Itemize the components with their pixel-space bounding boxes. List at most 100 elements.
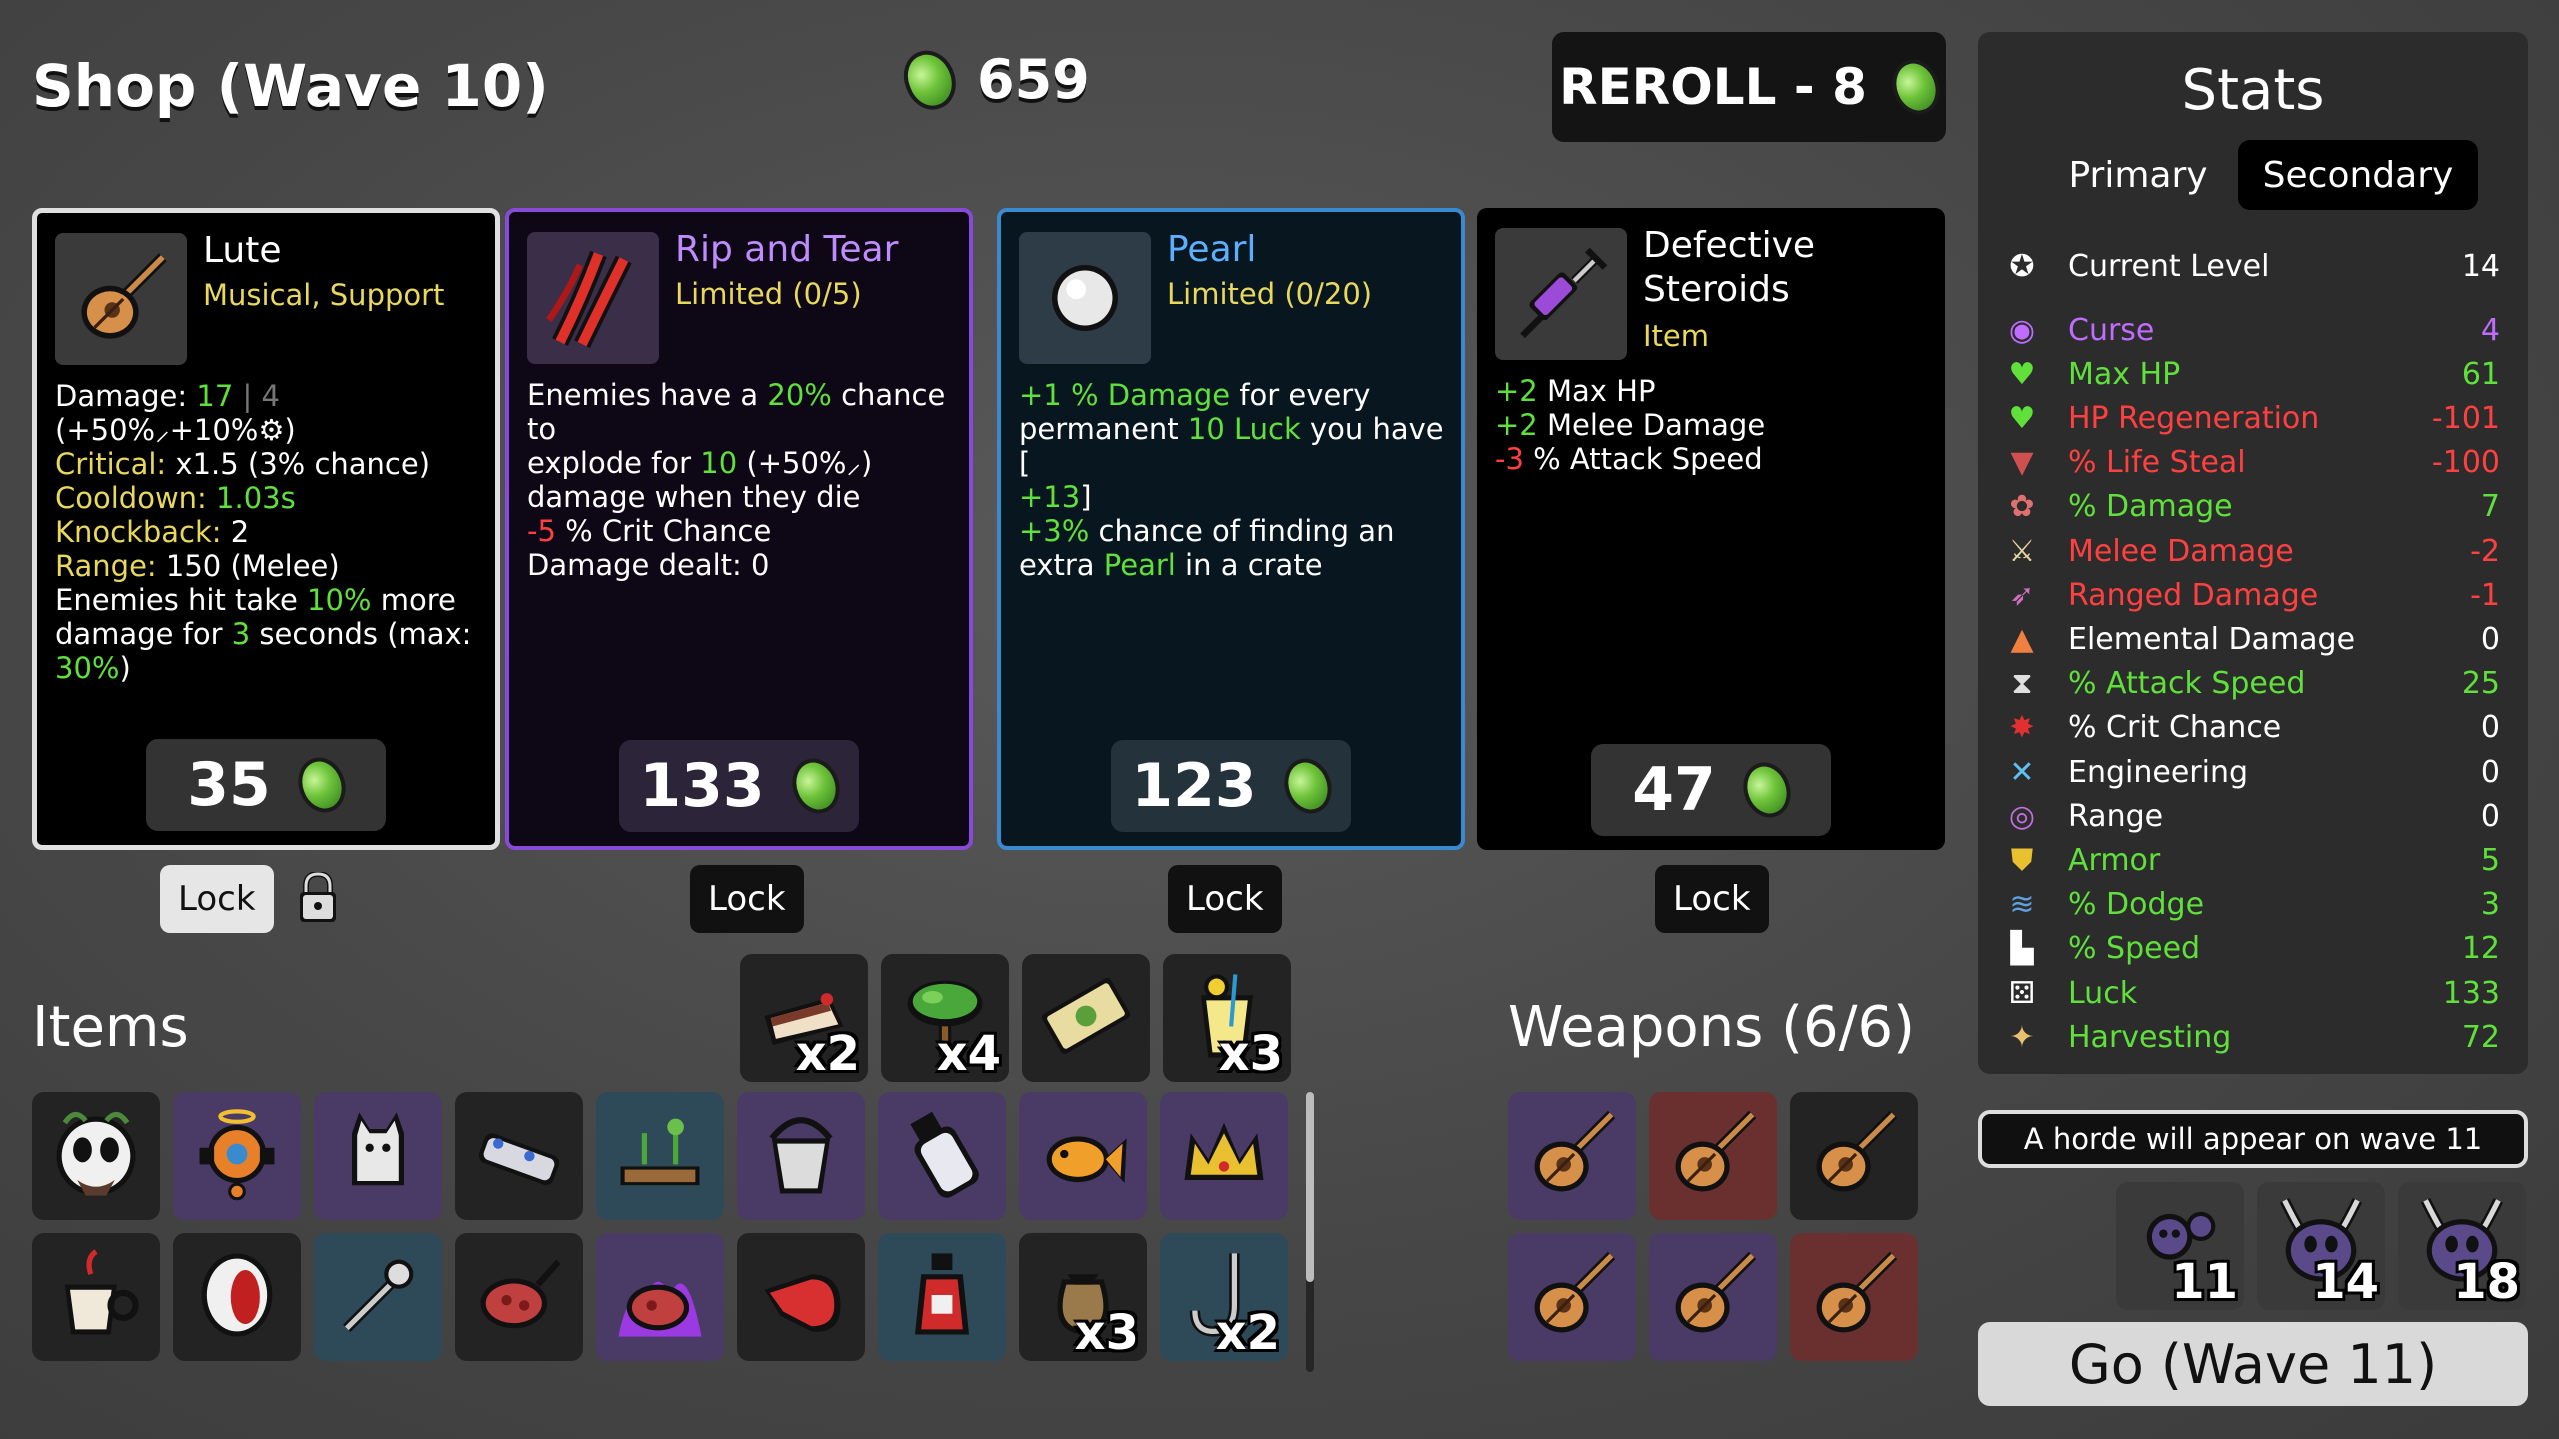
padlock-icon bbox=[298, 870, 338, 924]
buy-button[interactable]: 47 bbox=[1591, 744, 1831, 836]
items-scrollbar[interactable] bbox=[1306, 1092, 1314, 1372]
item-slot[interactable] bbox=[737, 1233, 865, 1361]
item-slot[interactable]: x3 bbox=[1019, 1233, 1147, 1361]
buy-button[interactable]: 123 bbox=[1111, 740, 1351, 832]
bow-icon: ➶ bbox=[2009, 577, 2035, 613]
go-button[interactable]: Go (Wave 11) bbox=[1978, 1322, 2528, 1406]
stat-row[interactable]: ✦ Harvesting 72 bbox=[2004, 1015, 2500, 1059]
syringe-icon bbox=[1495, 228, 1627, 360]
stat-row[interactable]: ⚔ Melee Damage -2 bbox=[2004, 529, 2500, 573]
buy-button[interactable]: 35 bbox=[146, 739, 386, 831]
item-slot[interactable] bbox=[32, 1092, 160, 1220]
item-slot[interactable] bbox=[314, 1092, 442, 1220]
stat-value: 0 bbox=[2480, 710, 2500, 746]
stat-row[interactable]: ≋ % Dodge 3 bbox=[2004, 883, 2500, 927]
item-slot[interactable]: x3 bbox=[1163, 954, 1291, 1082]
card-description: Damage: 17 | 4 (+50%⸝+10%⚙) Critical: x1.… bbox=[55, 379, 483, 685]
stat-row[interactable]: ✪ Current Level 14 bbox=[2004, 244, 2500, 288]
desc-line: +3% chance of finding an bbox=[1019, 514, 1449, 548]
item-slot[interactable] bbox=[878, 1233, 1006, 1361]
stat-row[interactable]: ➶ Ranged Damage -1 bbox=[2004, 573, 2500, 617]
desc-line: +2 Max HP bbox=[1495, 374, 1933, 408]
heart-plus-icon: ♥ bbox=[2008, 400, 2036, 436]
item-slot[interactable] bbox=[596, 1092, 724, 1220]
item-slot[interactable] bbox=[455, 1233, 583, 1361]
stat-row[interactable]: ♥ Max HP 61 bbox=[2004, 352, 2500, 396]
stat-row[interactable]: ◉ Curse 4 bbox=[2004, 308, 2500, 352]
tab-primary[interactable]: Primary bbox=[2028, 140, 2248, 210]
item-slot[interactable] bbox=[314, 1233, 442, 1361]
desc-text: +13 bbox=[1019, 480, 1081, 514]
item-slot[interactable] bbox=[737, 1092, 865, 1220]
reroll-button[interactable]: REROLL - 8 bbox=[1552, 32, 1948, 142]
item-slot[interactable] bbox=[1022, 954, 1150, 1082]
stat-value: 12 bbox=[2461, 931, 2500, 967]
stat-label: HP Regeneration bbox=[2068, 400, 2320, 436]
stat-value: 72 bbox=[2461, 1019, 2500, 1055]
item-slot[interactable] bbox=[455, 1092, 583, 1220]
lock-button-2[interactable]: Lock bbox=[690, 865, 804, 933]
item-slot[interactable]: x2 bbox=[740, 954, 868, 1082]
cursed-meat-icon bbox=[608, 1243, 712, 1351]
item-slot[interactable] bbox=[32, 1233, 160, 1361]
desc-text: more bbox=[371, 583, 456, 617]
stat-label: Range bbox=[2068, 798, 2164, 834]
weapon-slot[interactable] bbox=[1508, 1233, 1636, 1361]
lute-icon bbox=[1520, 1102, 1624, 1210]
stat-row[interactable]: ✿ % Damage 7 bbox=[2004, 485, 2500, 529]
buy-button[interactable]: 133 bbox=[619, 740, 859, 832]
lock-button-1[interactable]: Lock bbox=[160, 865, 274, 933]
desc-text: in a crate bbox=[1175, 548, 1323, 582]
item-slot[interactable] bbox=[1160, 1092, 1288, 1220]
stat-row[interactable]: ◎ Range 0 bbox=[2004, 794, 2500, 838]
stat-label: Harvesting bbox=[2068, 1019, 2232, 1055]
item-slot[interactable]: x4 bbox=[881, 954, 1009, 1082]
lock-button-4[interactable]: Lock bbox=[1655, 865, 1769, 933]
lock-button-3[interactable]: Lock bbox=[1168, 865, 1282, 933]
fang-icon: ▼ bbox=[2010, 445, 2034, 481]
weapon-slot[interactable] bbox=[1790, 1092, 1918, 1220]
stat-row[interactable]: ⚄ Luck 133 bbox=[2004, 971, 2500, 1015]
weapon-slot[interactable] bbox=[1790, 1233, 1918, 1361]
stat-value: 7 bbox=[2480, 489, 2500, 525]
stat-row[interactable]: ⧗ % Attack Speed 25 bbox=[2004, 662, 2500, 706]
dodge-icon: ≋ bbox=[2009, 887, 2035, 923]
stat-row[interactable]: ♥ HP Regeneration -101 bbox=[2004, 396, 2500, 440]
stat-label: Ranged Damage bbox=[2068, 577, 2319, 613]
stat-row[interactable]: ✕ Engineering 0 bbox=[2004, 750, 2500, 794]
shop-card-2[interactable]: Rip and Tear Limited (0/5) Enemies have … bbox=[505, 208, 973, 850]
stat-row[interactable]: ⛊ Armor 5 bbox=[2004, 838, 2500, 882]
desc-text: +2 bbox=[1495, 374, 1538, 408]
stat-row[interactable]: ▼ % Life Steal -100 bbox=[2004, 441, 2500, 485]
shop-card-4[interactable]: Defective Steroids Item +2 Max HP +2 Mele… bbox=[1477, 208, 1945, 850]
lute-icon bbox=[1661, 1243, 1765, 1351]
shop-title: Shop (Wave 10) bbox=[32, 52, 549, 120]
stat-value: 3 bbox=[2480, 887, 2500, 923]
desc-text: for every bbox=[1230, 378, 1371, 412]
lute-icon bbox=[1520, 1243, 1624, 1351]
stat-value: 133 bbox=[2442, 975, 2500, 1011]
shop-card-3[interactable]: Pearl Limited (0/20) +1 % Damage for eve… bbox=[997, 208, 1465, 850]
item-slot[interactable] bbox=[173, 1233, 301, 1361]
stat-row[interactable]: ▙ % Speed 12 bbox=[2004, 927, 2500, 971]
crown-icon bbox=[1172, 1102, 1276, 1210]
desc-line: -5 % Crit Chance bbox=[527, 514, 957, 548]
weapon-slot[interactable] bbox=[1649, 1233, 1777, 1361]
desc-text: ) bbox=[119, 651, 131, 685]
desc-text: Max HP bbox=[1537, 374, 1656, 408]
stat-row[interactable]: ▲ Elemental Damage 0 bbox=[2004, 617, 2500, 661]
weapon-slot[interactable] bbox=[1649, 1092, 1777, 1220]
stat-row[interactable]: ✸ % Crit Chance 0 bbox=[2004, 706, 2500, 750]
material-icon bbox=[784, 751, 847, 821]
desc-text: 10 bbox=[700, 446, 738, 480]
item-slot[interactable]: x2 bbox=[1160, 1233, 1288, 1361]
item-slot[interactable] bbox=[173, 1092, 301, 1220]
weapon-slot[interactable] bbox=[1508, 1092, 1636, 1220]
item-slot[interactable] bbox=[1019, 1092, 1147, 1220]
tab-secondary[interactable]: Secondary bbox=[2238, 140, 2478, 210]
pearl-icon bbox=[1019, 232, 1151, 364]
item-slot[interactable] bbox=[878, 1092, 1006, 1220]
item-slot[interactable] bbox=[596, 1233, 724, 1361]
shop-card-1[interactable]: Lute Musical, Support Damage: 17 | 4 (+5… bbox=[32, 208, 500, 850]
desc-text: 20% bbox=[767, 378, 832, 412]
